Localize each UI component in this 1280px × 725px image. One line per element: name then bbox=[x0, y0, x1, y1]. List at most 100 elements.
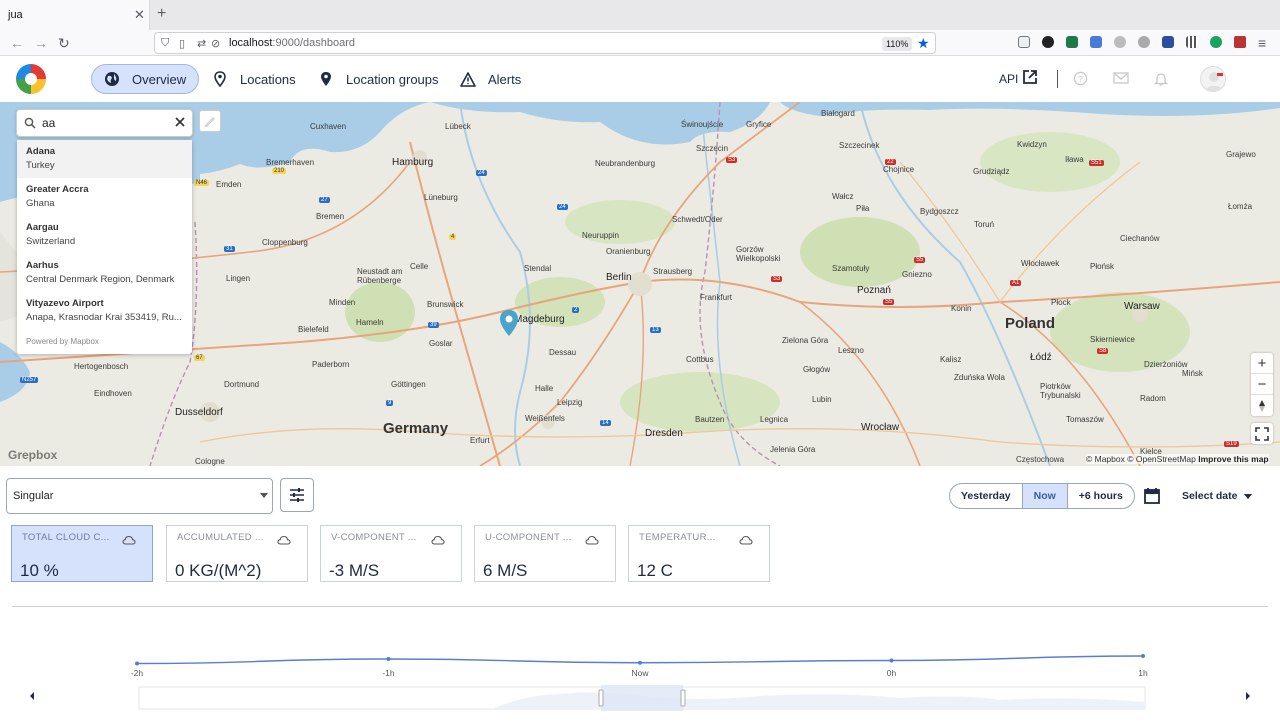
timeline-brush-selection[interactable] bbox=[601, 685, 683, 711]
improve-map-link[interactable]: Improve this map bbox=[1198, 454, 1268, 464]
suggestion-item[interactable]: Greater Accra Ghana bbox=[17, 178, 192, 216]
tab-title: jua bbox=[8, 9, 23, 21]
map-label: Łomża bbox=[1228, 202, 1253, 211]
zoom-in-button[interactable]: + bbox=[1251, 353, 1273, 374]
nav-alerts[interactable]: Alerts bbox=[460, 64, 521, 94]
map-label: Leszno bbox=[838, 346, 864, 355]
road-shield: 67 bbox=[194, 355, 205, 361]
metric-label: ACCUMULATED ... bbox=[177, 532, 264, 543]
permissions-icon[interactable]: ⇄ bbox=[197, 37, 206, 50]
back-icon[interactable]: ← bbox=[10, 35, 24, 51]
calendar-icon[interactable] bbox=[1143, 487, 1161, 510]
extension-globe2-icon[interactable] bbox=[1138, 36, 1150, 48]
pocket-icon[interactable] bbox=[1018, 36, 1030, 48]
suggestion-item[interactable]: Vityazevo Airport Anapa, Krasnodar Krai … bbox=[17, 292, 192, 330]
road-shield: S8 bbox=[1097, 348, 1109, 354]
map-label: Oranienburg bbox=[606, 247, 651, 256]
menu-icon[interactable]: ≡ bbox=[1258, 35, 1266, 51]
forward-icon[interactable]: → bbox=[34, 35, 48, 51]
map-label: Dzierżoniów bbox=[1144, 360, 1188, 369]
data-point[interactable] bbox=[135, 661, 139, 666]
suggestion-item[interactable]: Adana Turkey bbox=[17, 140, 192, 178]
road-shield: S5 bbox=[883, 299, 895, 305]
nav-overview[interactable]: Overview bbox=[91, 64, 200, 94]
external-link-icon[interactable] bbox=[1022, 69, 1038, 90]
extension-blue-icon[interactable] bbox=[1162, 36, 1174, 48]
browser-tab-bar: jua ✕ + bbox=[0, 0, 1280, 30]
browser-tab[interactable]: jua ✕ bbox=[0, 0, 150, 30]
caret-down-icon bbox=[260, 493, 268, 498]
nav-location-groups[interactable]: Location groups bbox=[318, 64, 439, 94]
metric-card-temperature[interactable]: TEMPERATUR... 12 C bbox=[628, 525, 770, 582]
extension-red-icon[interactable] bbox=[1234, 36, 1246, 48]
search-input[interactable] bbox=[42, 114, 172, 132]
attribution-text[interactable]: © Mapbox © OpenStreetMap bbox=[1086, 454, 1196, 464]
map-label: Hertogenbosch bbox=[74, 362, 129, 371]
app-logo[interactable] bbox=[16, 64, 46, 94]
extension-translate-icon[interactable] bbox=[1090, 36, 1102, 48]
new-tab-icon[interactable]: + bbox=[157, 5, 166, 23]
extension-globe-icon[interactable] bbox=[1114, 36, 1126, 48]
filter-settings-button[interactable] bbox=[280, 478, 314, 512]
bookmark-star-icon[interactable]: ★ bbox=[917, 35, 930, 52]
shield-icon[interactable]: ⛉ bbox=[161, 37, 169, 50]
data-point[interactable] bbox=[889, 658, 894, 663]
mail-icon[interactable] bbox=[1113, 71, 1129, 87]
data-point[interactable] bbox=[386, 657, 391, 661]
user-avatar[interactable] bbox=[1200, 66, 1226, 92]
help-icon[interactable]: ? bbox=[1073, 71, 1089, 87]
metric-card-accumulated[interactable]: ACCUMULATED ... 0 KG/(M^2) bbox=[166, 525, 308, 582]
nav-locations[interactable]: Locations bbox=[212, 64, 296, 94]
data-point[interactable] bbox=[1141, 654, 1145, 658]
map-label: Lübeck bbox=[445, 122, 471, 131]
map-view[interactable]: Cuxhaven Lübeck Świnoujście Gryfice Biał… bbox=[0, 102, 1280, 466]
map-label: Cuxhaven bbox=[310, 122, 347, 131]
map-pin-group-icon bbox=[318, 71, 334, 87]
caret-down-icon[interactable] bbox=[1244, 494, 1252, 499]
timeline-chart[interactable]: -2h -1h Now 0h 1h bbox=[0, 630, 1280, 720]
metric-card-total-cloud-cover[interactable]: TOTAL CLOUD C... 10 % bbox=[11, 525, 153, 582]
map-label: Leipzig bbox=[557, 398, 583, 407]
suggestion-name: Aarhus bbox=[26, 260, 59, 271]
time-option-yesterday[interactable]: Yesterday bbox=[950, 484, 1023, 508]
tracking-icon[interactable]: ⊘ bbox=[211, 37, 220, 50]
timeline-prev-icon[interactable] bbox=[29, 688, 35, 706]
reload-icon[interactable]: ↻ bbox=[58, 35, 70, 52]
draw-tool-button[interactable] bbox=[199, 110, 221, 132]
extension-grammarly-icon[interactable] bbox=[1210, 36, 1222, 48]
suggestion-item[interactable]: Aarhus Central Denmark Region, Denmark bbox=[17, 254, 192, 292]
api-link[interactable]: API bbox=[999, 72, 1018, 86]
road-shield: N46 bbox=[194, 180, 210, 186]
select-date-button[interactable]: Select date bbox=[1182, 490, 1237, 502]
time-option-plus-6-hours[interactable]: +6 hours bbox=[1068, 484, 1134, 508]
url-bar[interactable]: ⛉ ▯ ⇄ ⊘ localhost:9000/dashboard 110% ★ bbox=[154, 32, 936, 54]
bell-icon[interactable] bbox=[1153, 71, 1170, 87]
map-label: Magdeburg bbox=[514, 314, 565, 325]
reset-north-button[interactable] bbox=[1251, 395, 1273, 416]
zoom-level[interactable]: 110% bbox=[882, 37, 913, 51]
map-label: Schwedt/Oder bbox=[672, 215, 723, 224]
mode-select[interactable]: Singular bbox=[6, 478, 273, 514]
metric-card-v-component[interactable]: V-COMPONENT ... -3 M/S bbox=[320, 525, 462, 582]
map-label: Lüneburg bbox=[424, 193, 458, 202]
url-text[interactable]: localhost:9000/dashboard bbox=[229, 37, 355, 49]
timeline-next-icon[interactable] bbox=[1245, 688, 1251, 706]
map-label: Szczecin bbox=[696, 144, 729, 153]
extension-vuejs-icon[interactable] bbox=[1066, 36, 1078, 48]
suggestion-item[interactable]: Aargau Switzerland bbox=[17, 216, 192, 254]
brush-handle-left[interactable] bbox=[598, 689, 604, 707]
map-label: Hamburg bbox=[392, 157, 434, 168]
zoom-out-button[interactable]: − bbox=[1251, 374, 1273, 395]
close-tab-icon[interactable]: ✕ bbox=[134, 7, 145, 23]
nav-overview-label: Overview bbox=[132, 71, 187, 87]
data-point[interactable] bbox=[638, 660, 642, 665]
clear-icon[interactable] bbox=[173, 115, 187, 134]
extension-dark-icon[interactable] bbox=[1042, 36, 1054, 48]
map-label: Neustadt am Rübenberge bbox=[357, 267, 403, 285]
location-marker-icon[interactable] bbox=[498, 309, 520, 344]
time-option-now[interactable]: Now bbox=[1022, 484, 1068, 508]
extension-bars-icon[interactable] bbox=[1186, 36, 1198, 48]
brush-handle-right[interactable] bbox=[680, 689, 686, 707]
fullscreen-button[interactable] bbox=[1251, 423, 1273, 444]
metric-card-u-component[interactable]: U-COMPONENT ... 6 M/S bbox=[474, 525, 616, 582]
